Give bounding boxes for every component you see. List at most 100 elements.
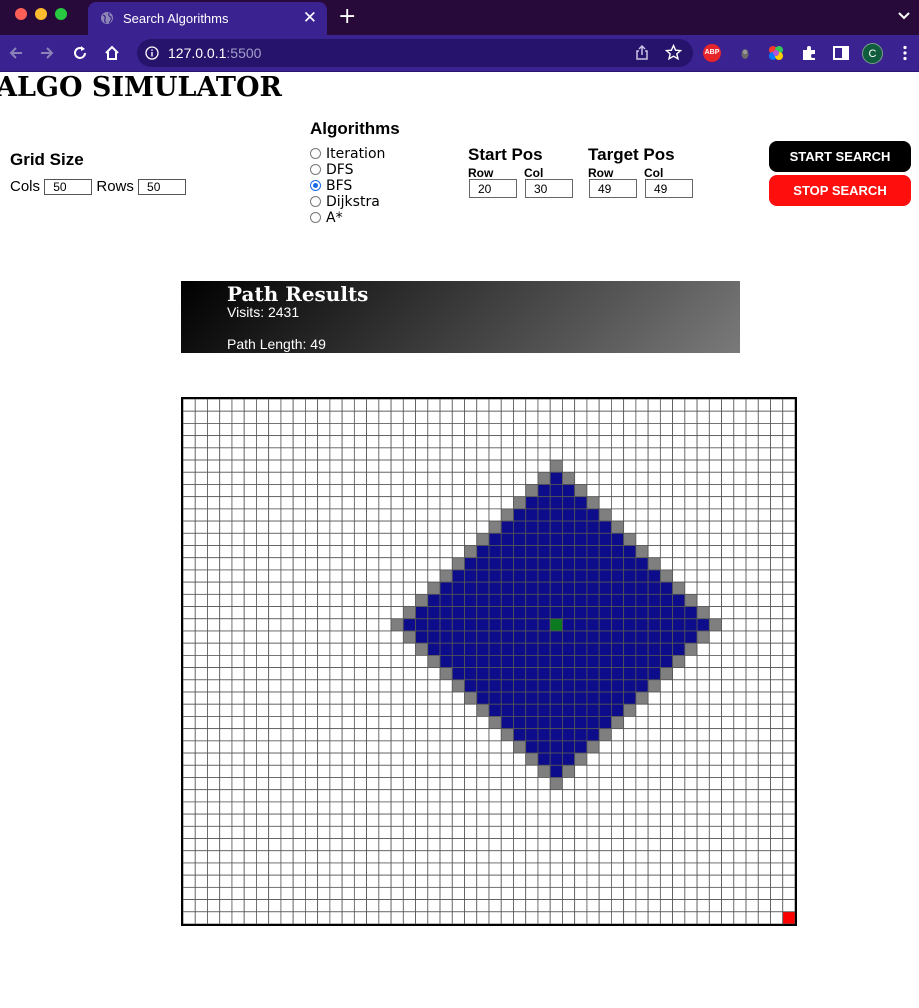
visited-cell[interactable] bbox=[610, 703, 625, 717]
visited-cell[interactable] bbox=[586, 667, 600, 681]
grid-cell[interactable] bbox=[207, 691, 221, 705]
grid-cell[interactable] bbox=[684, 520, 698, 534]
grid-cell[interactable] bbox=[439, 471, 453, 485]
grid-cell[interactable] bbox=[745, 899, 759, 913]
grid-cell[interactable] bbox=[329, 496, 343, 510]
grid-cell[interactable] bbox=[353, 435, 368, 449]
grid-cell[interactable] bbox=[366, 447, 380, 461]
grid-cell[interactable] bbox=[439, 728, 453, 742]
grid-cell[interactable] bbox=[598, 435, 612, 449]
grid-cell[interactable] bbox=[219, 899, 233, 913]
grid-cell[interactable] bbox=[390, 813, 404, 827]
grid-cell[interactable] bbox=[757, 545, 771, 559]
grid-cell[interactable] bbox=[562, 825, 576, 839]
grid-cell[interactable] bbox=[243, 642, 257, 656]
grid-cell[interactable] bbox=[194, 532, 208, 546]
grid-cell[interactable] bbox=[464, 825, 478, 839]
grid-cell[interactable] bbox=[525, 435, 539, 449]
grid-cell[interactable] bbox=[219, 862, 233, 876]
grid-cell[interactable] bbox=[770, 886, 784, 900]
grid-cell[interactable] bbox=[782, 447, 795, 461]
grid-cell[interactable] bbox=[292, 435, 306, 449]
tab-close-icon[interactable]: ✕ bbox=[303, 8, 317, 28]
grid-cell[interactable] bbox=[696, 911, 710, 924]
grid-cell[interactable] bbox=[696, 874, 710, 888]
grid-cell[interactable] bbox=[770, 569, 784, 583]
grid-cell[interactable] bbox=[733, 703, 747, 717]
grid-cell[interactable] bbox=[708, 642, 722, 656]
stop-search-button[interactable]: STOP SEARCH bbox=[769, 175, 911, 206]
grid-cell[interactable] bbox=[574, 410, 588, 424]
grid-cell[interactable] bbox=[378, 764, 392, 778]
grid-cell[interactable] bbox=[635, 703, 649, 717]
grid-cell[interactable] bbox=[537, 899, 551, 913]
grid-cell[interactable] bbox=[292, 838, 306, 852]
grid-cell[interactable] bbox=[280, 410, 294, 424]
grid-cell[interactable] bbox=[696, 435, 710, 449]
grid-cell[interactable] bbox=[647, 728, 661, 742]
grid-cell[interactable] bbox=[415, 447, 429, 461]
grid-cell[interactable] bbox=[256, 789, 270, 803]
grid-cell[interactable] bbox=[256, 716, 270, 730]
grid-cell[interactable] bbox=[329, 691, 343, 705]
visited-cell[interactable] bbox=[586, 703, 600, 717]
grid-cell[interactable] bbox=[243, 557, 257, 571]
visited-cell[interactable] bbox=[427, 593, 441, 607]
visited-cell[interactable] bbox=[500, 520, 514, 534]
grid-cell[interactable] bbox=[390, 410, 404, 424]
grid-cell[interactable] bbox=[280, 520, 294, 534]
grid-cell[interactable] bbox=[194, 886, 208, 900]
visited-cell[interactable] bbox=[562, 642, 576, 656]
grid-cell[interactable] bbox=[194, 838, 208, 852]
grid-cell[interactable] bbox=[464, 508, 478, 522]
grid-cell[interactable] bbox=[219, 606, 233, 620]
grid-cell[interactable] bbox=[598, 410, 612, 424]
grid-cell[interactable] bbox=[684, 886, 698, 900]
grid-cell[interactable] bbox=[194, 850, 208, 864]
grid-cell[interactable] bbox=[684, 813, 698, 827]
grid-cell[interactable] bbox=[770, 777, 784, 791]
grid-cell[interactable] bbox=[292, 728, 306, 742]
grid-cell[interactable] bbox=[513, 899, 527, 913]
grid-cell[interactable] bbox=[549, 899, 563, 913]
visited-cell[interactable] bbox=[476, 691, 490, 705]
visited-cell[interactable] bbox=[476, 618, 490, 632]
grid-cell[interactable] bbox=[574, 899, 588, 913]
grid-cell[interactable] bbox=[647, 508, 661, 522]
visited-cell[interactable] bbox=[537, 484, 551, 498]
grid-cell[interactable] bbox=[183, 642, 196, 656]
grid-cell[interactable] bbox=[194, 789, 208, 803]
grid-cell[interactable] bbox=[378, 606, 392, 620]
grid-cell[interactable] bbox=[292, 654, 306, 669]
grid-cell[interactable] bbox=[268, 874, 282, 888]
grid-cell[interactable] bbox=[231, 496, 245, 510]
visited-cell[interactable] bbox=[610, 691, 625, 705]
visited-cell[interactable] bbox=[427, 642, 441, 656]
grid-cell[interactable] bbox=[586, 471, 600, 485]
grid-cell[interactable] bbox=[513, 435, 527, 449]
grid-cell[interactable] bbox=[623, 728, 637, 742]
grid-cell[interactable] bbox=[402, 532, 416, 546]
grid-cell[interactable] bbox=[231, 654, 245, 669]
grid-cell[interactable] bbox=[317, 410, 331, 424]
grid-cell[interactable] bbox=[733, 886, 747, 900]
grid-cell[interactable] bbox=[183, 777, 196, 791]
grid-cell[interactable] bbox=[696, 716, 710, 730]
grid-cell[interactable] bbox=[537, 862, 551, 876]
grid-cell[interactable] bbox=[708, 435, 722, 449]
grid-cell[interactable] bbox=[183, 606, 196, 620]
grid-cell[interactable] bbox=[305, 886, 319, 900]
grid-cell[interactable] bbox=[659, 423, 673, 437]
grid-cell[interactable] bbox=[280, 862, 294, 876]
grid-cell[interactable] bbox=[451, 862, 465, 876]
grid-cell[interactable] bbox=[317, 850, 331, 864]
grid-cell[interactable] bbox=[390, 606, 404, 620]
grid-cell[interactable] bbox=[708, 667, 722, 681]
grid-cell[interactable] bbox=[219, 654, 233, 669]
visited-cell[interactable] bbox=[549, 496, 563, 510]
grid-cell[interactable] bbox=[183, 838, 196, 852]
grid-cell[interactable] bbox=[696, 593, 710, 607]
grid-cell[interactable] bbox=[745, 399, 759, 412]
grid-cell[interactable] bbox=[329, 899, 343, 913]
grid-cell[interactable] bbox=[219, 813, 233, 827]
